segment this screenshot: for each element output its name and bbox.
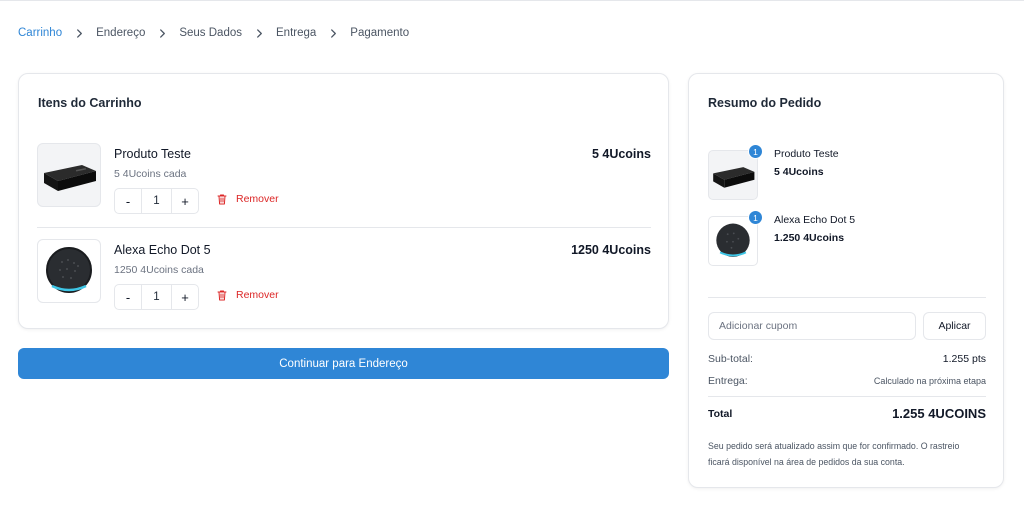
subtotal-row: Sub-total: 1.255 pts [708,353,986,365]
chevron-right-icon [155,26,169,40]
total-value: 1.255 4UCOINS [892,406,986,421]
item-unit-price: 5 4Ucoins cada [114,168,187,180]
quantity-badge: 1 [748,144,763,159]
cart-item: Produto Teste 5 4Ucoins cada 5 4Ucoins -… [37,143,651,214]
item-name: Alexa Echo Dot 5 [114,243,211,257]
summary-item-price: 1.250 4Ucoins [774,232,845,244]
quantity-stepper: - 1 + [114,284,199,310]
total-label: Total [708,407,733,420]
subtotal-label: Sub-total: [708,353,753,365]
item-unit-price: 1250 4Ucoins cada [114,264,204,276]
remove-label: Remover [236,289,279,301]
increment-button[interactable]: + [172,189,198,213]
shipping-label: Entrega: [708,375,748,387]
subtotal-value: 1.255 pts [942,353,986,365]
item-name: Produto Teste [114,147,191,161]
quantity-value: 1 [141,189,172,213]
breadcrumb-step-endereco[interactable]: Endereço [96,27,145,39]
item-total-price: 5 4Ucoins [591,147,651,161]
shipping-value: Calculado na próxima etapa [873,376,986,386]
item-divider [37,227,651,228]
summary-item: 1 Alexa Echo Dot 5 1.250 4Ucoins [708,210,988,266]
remove-button[interactable]: Remover [216,193,279,205]
quantity-value: 1 [141,285,172,309]
summary-divider [708,396,986,397]
cart-item: Alexa Echo Dot 5 1250 4Ucoins cada 1250 … [37,239,651,310]
summary-item-price: 5 4Ucoins [774,166,824,178]
decrement-button[interactable]: - [115,189,141,213]
order-note: Seu pedido será atualizado assim que for… [708,441,960,467]
breadcrumb-step-entrega[interactable]: Entrega [276,27,316,39]
total-row: Total 1.255 4UCOINS [708,406,986,421]
continue-to-address-button[interactable]: Continuar para Endereço [18,348,669,379]
trash-icon [217,194,227,205]
cart-items-card: Itens do Carrinho Produto Teste 5 4Ucoin… [18,73,669,329]
summary-item: 1 Produto Teste 5 4Ucoins [708,144,988,200]
chevron-right-icon [72,26,86,40]
product-image [37,143,101,207]
breadcrumb-step-pagamento[interactable]: Pagamento [350,27,409,39]
order-summary-card: Resumo do Pedido 1 Produto Teste 5 4Ucoi… [688,73,1004,488]
increment-button[interactable]: + [172,285,198,309]
item-total-price: 1250 4Ucoins [571,243,651,257]
remove-label: Remover [236,193,279,205]
shipping-row: Entrega: Calculado na próxima etapa [708,375,986,387]
quantity-badge: 1 [748,210,763,225]
breadcrumb-step-carrinho[interactable]: Carrinho [18,27,62,39]
summary-item-name: Alexa Echo Dot 5 [774,214,856,226]
breadcrumb: Carrinho Endereço Seus Dados Entrega Pag… [18,26,409,40]
breadcrumb-step-seus-dados[interactable]: Seus Dados [179,27,242,39]
summary-title: Resumo do Pedido [708,96,822,110]
chevron-right-icon [326,26,340,40]
remove-button[interactable]: Remover [216,289,279,301]
trash-icon [217,290,227,301]
product-image [37,239,101,303]
quantity-stepper: - 1 + [114,188,199,214]
decrement-button[interactable]: - [115,285,141,309]
apply-coupon-button[interactable]: Aplicar [923,312,986,340]
cart-title: Itens do Carrinho [38,96,142,110]
summary-item-name: Produto Teste [774,148,839,160]
top-border [0,0,1024,1]
coupon-input[interactable] [708,312,916,340]
chevron-right-icon [252,26,266,40]
summary-divider [708,297,986,298]
